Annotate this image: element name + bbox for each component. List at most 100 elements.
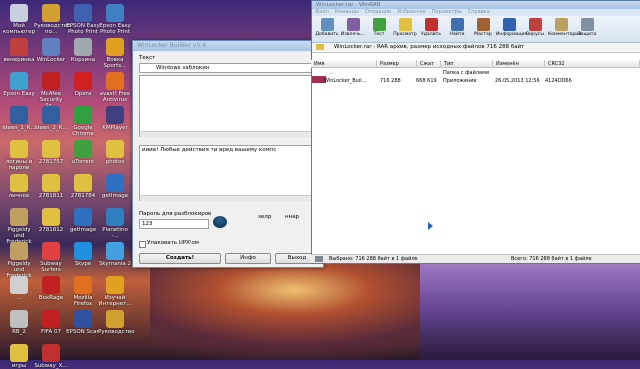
desktop-icon[interactable]: EPSON Scan [66, 310, 100, 335]
desktop-icon[interactable]: игры [2, 344, 36, 369]
desktop-icon[interactable]: Skymania 2 [98, 242, 132, 267]
desktop-icon[interactable]: KMPlayer [98, 106, 132, 131]
toolbar-button[interactable]: Информация [496, 16, 527, 42]
desktop-app-icon [106, 106, 124, 124]
desktop-icon[interactable]: 2781784 [66, 174, 100, 199]
desktop-icon[interactable]: Planetino -... [98, 208, 132, 239]
toolbar-button[interactable]: Найти [444, 16, 470, 42]
mouse-cursor-icon [428, 222, 433, 230]
path-bar: WinLocker.rar - RAR архив, размер исходн… [312, 43, 640, 53]
desktop-icon[interactable]: Ideen_2_К... [34, 106, 68, 131]
desktop-icon[interactable]: getImage [66, 208, 100, 233]
desktop-app-icon [10, 38, 28, 56]
blank-text-area[interactable] [139, 75, 317, 137]
column-packed[interactable]: Сжат [417, 60, 441, 68]
desktop-app-icon [74, 208, 92, 226]
horizontal-scrollbar-2[interactable] [140, 195, 316, 201]
desktop-icon[interactable]: uTorrent [66, 140, 100, 165]
toolbar-button[interactable]: Комментарий [548, 16, 581, 42]
desktop-icon[interactable]: Мой компьютер [2, 4, 36, 35]
menu-item[interactable]: Избранное [397, 9, 425, 15]
desktop-icon[interactable]: логины и пароли [2, 140, 36, 171]
password-label: Пароль для разблокиров [139, 211, 212, 217]
desktop-icon[interactable]: Ideen_1_К... [2, 106, 36, 131]
column-type[interactable]: Тип [441, 60, 493, 68]
column-name[interactable]: Имя [311, 60, 377, 68]
column-crc[interactable]: CRC32 [545, 60, 640, 68]
toolbar-button[interactable]: Удалить [418, 16, 444, 42]
desktop-app-icon [42, 208, 60, 226]
side-value-1: ннар [285, 214, 300, 220]
desktop-icon[interactable]: avast! Free Antivirus [98, 72, 132, 103]
status-left: Выбрано: 716 288 байт в 1 файле [329, 256, 418, 262]
toolbar-icon [580, 18, 594, 31]
desktop-icon[interactable]: Google Chrome [66, 106, 100, 137]
toolbar-icon [424, 18, 438, 31]
desktop-app-icon [106, 208, 124, 226]
text-input[interactable]: Windows заблокин [139, 63, 317, 73]
desktop-icon[interactable]: BoxRage [34, 276, 68, 301]
desktop-icon[interactable]: Epson Easy [2, 72, 36, 97]
up-folder-icon[interactable] [316, 44, 324, 50]
winlocker-dialog: WinLocker Builder v0.4 Текст Windows заб… [132, 40, 324, 268]
desktop-icon[interactable]: FIFA 07 [34, 310, 68, 335]
toolbar-button[interactable]: Вирусы [522, 16, 548, 42]
desktop-icon[interactable]: Изучай Интернет... [98, 276, 132, 307]
desktop-icon[interactable]: EPSON Easy Photo Print [66, 4, 100, 35]
desktop-icon[interactable]: Корзина [66, 38, 100, 63]
desktop-icon[interactable]: Epson Easy Photo Print [98, 4, 132, 35]
desktop-icon[interactable]: 2781811 [34, 174, 68, 199]
toolbar-button[interactable]: Мастер [470, 16, 496, 42]
toolbar-label: Тест [373, 32, 385, 37]
row-name: .. [330, 70, 334, 76]
desktop-icon[interactable]: getImage [98, 174, 132, 199]
menu-item[interactable]: Команды [335, 9, 359, 15]
password-input[interactable]: 123 [139, 219, 209, 229]
desktop-icon[interactable]: 2781757 [34, 140, 68, 165]
desktop-icon[interactable]: photos [98, 140, 132, 165]
desktop-app-icon [42, 242, 60, 260]
toolbar-button[interactable]: Просмотр [392, 16, 418, 42]
menu-item[interactable]: Файл [315, 9, 329, 15]
desktop-icon[interactable]: Руководство [98, 310, 135, 335]
desktop-app-icon [42, 4, 60, 22]
preview-icon [213, 216, 227, 228]
info-button[interactable]: Инфо [225, 253, 271, 264]
desktop-icon-label: KMPlayer [102, 125, 128, 131]
toolbar-button[interactable]: Извлечь... [340, 16, 366, 42]
desktop-icon[interactable]: WinLocker [34, 38, 68, 63]
menu-item[interactable]: Операции [365, 9, 391, 15]
horizontal-scrollbar-1[interactable] [140, 131, 316, 137]
desktop-app-icon [106, 140, 124, 158]
desktop-icon-label: getImage [69, 227, 97, 233]
toolbar-icon [372, 18, 386, 31]
desktop-icon[interactable]: RB_2 [2, 310, 36, 335]
desktop-icon[interactable]: венеринка [2, 38, 36, 63]
message-text-area[interactable]: ииие! Любые действия ти вред вашему комп… [139, 145, 317, 201]
menu-item[interactable]: Справка [468, 9, 490, 15]
desktop-icon-label: avast! Free Antivirus [99, 91, 131, 103]
toolbar-label: Просмотр [393, 32, 417, 37]
column-modified[interactable]: Изменён [493, 60, 545, 68]
desktop-icon[interactable]: Вовка Sports... [98, 38, 132, 69]
desktop-icon[interactable]: Skype [66, 242, 100, 267]
toolbar-button[interactable]: Добавить [314, 16, 340, 42]
toolbar-button[interactable]: Тест [366, 16, 392, 42]
desktop-icon[interactable]: ... [2, 276, 36, 301]
desktop-icon[interactable]: Руководство по... [34, 4, 71, 35]
desktop-icon[interactable]: McAfee Security Sc... [34, 72, 68, 109]
upx-checkbox[interactable] [139, 241, 146, 248]
desktop-icon[interactable]: 2781812 [34, 208, 68, 233]
desktop-icon[interactable]: Subway Surfers [34, 242, 68, 273]
toolbar-label: Защита [577, 32, 597, 37]
desktop-icon[interactable]: Opera [66, 72, 100, 97]
menu-item[interactable]: Параметры [432, 9, 462, 15]
column-size[interactable]: Размер [377, 60, 417, 68]
desktop-icon[interactable]: Mozilla Firefox [66, 276, 100, 307]
desktop-icon[interactable]: личное [2, 174, 36, 199]
toolbar-button[interactable]: Защита [574, 16, 600, 42]
desktop-icon[interactable]: Subway_X... [34, 344, 68, 369]
dialog-title: WinLocker Builder v0.4 [133, 41, 323, 51]
create-button[interactable]: Создать! [139, 253, 221, 264]
toolbar-icon [450, 18, 464, 31]
